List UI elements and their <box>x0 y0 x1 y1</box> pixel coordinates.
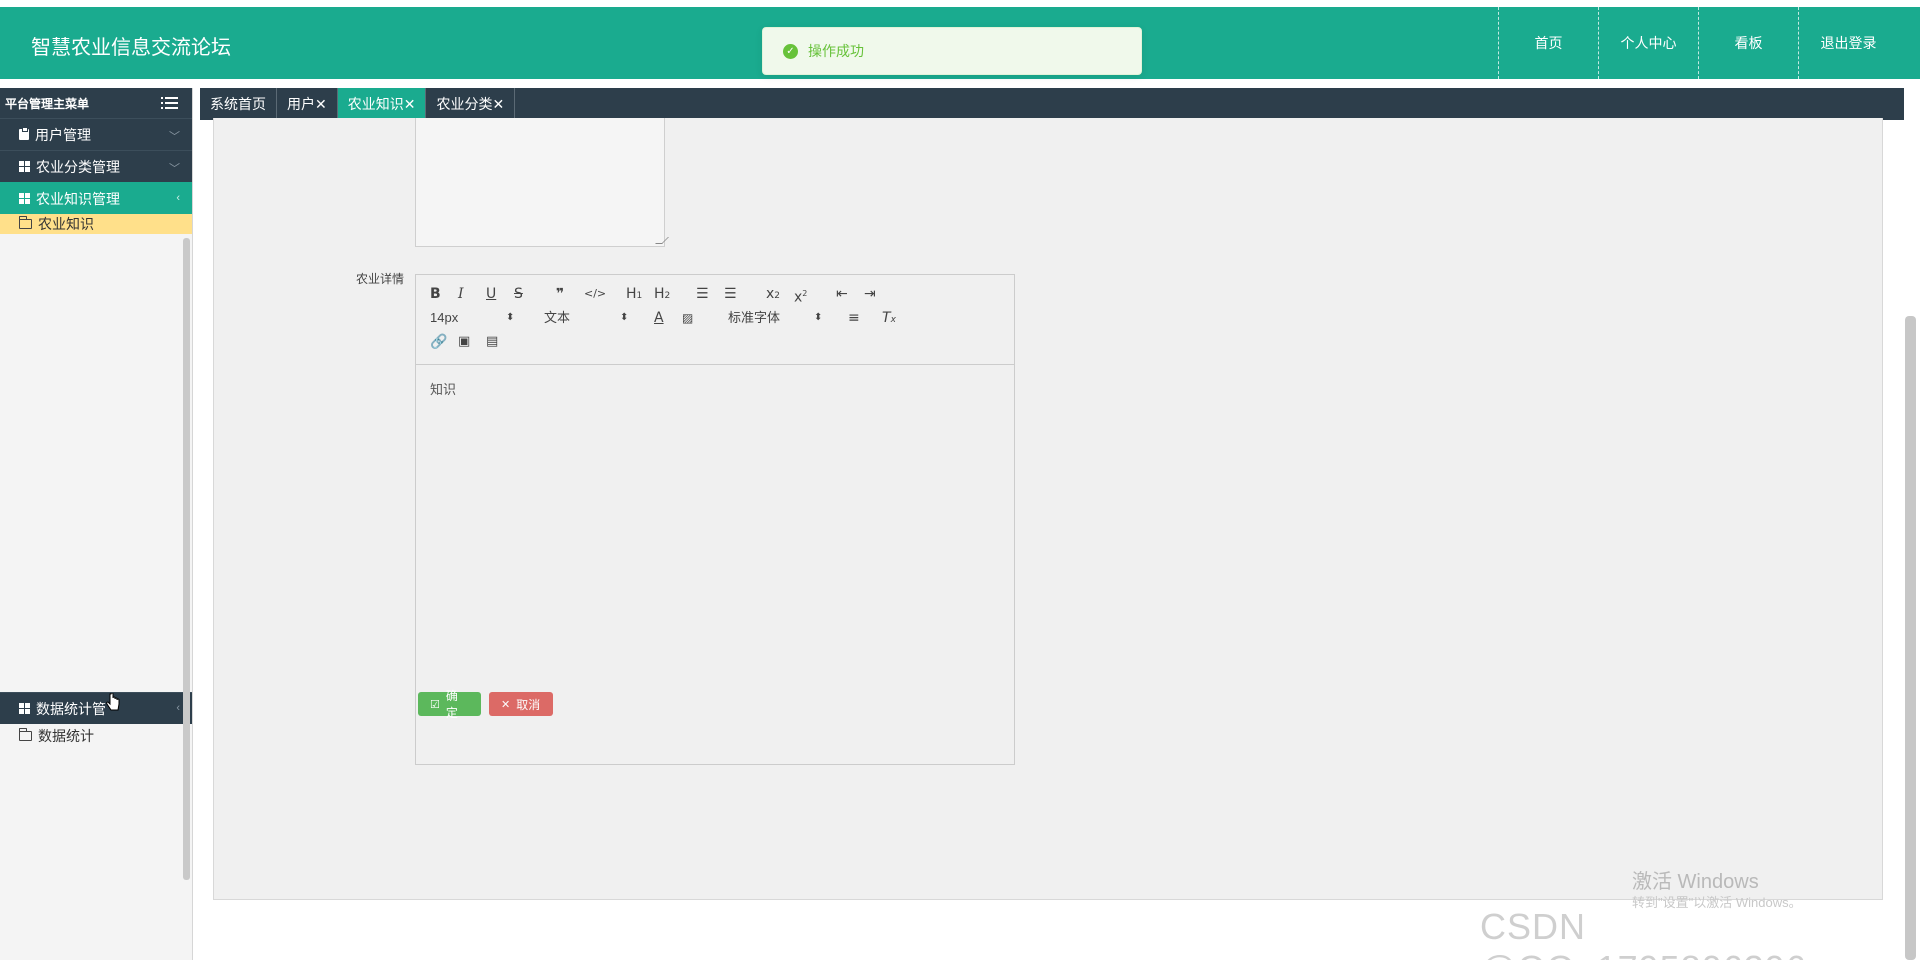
nav-home[interactable]: 首页 <box>1498 7 1598 79</box>
sidebar-heading: 平台管理主菜单 <box>0 88 192 118</box>
folder-icon <box>18 728 32 741</box>
sidebar-item-label: 数据统计管 <box>36 700 106 717</box>
strikethrough-icon[interactable]: S <box>514 285 523 303</box>
sidebar-subitem-statistics[interactable]: 数据统计 <box>0 726 192 746</box>
subscript-icon[interactable]: x2 <box>766 285 780 305</box>
cancel-label: 取消 <box>516 697 541 712</box>
tab-knowledge[interactable]: 农业知识✕ <box>337 88 427 120</box>
chevron-left-icon: ‹ <box>176 702 180 714</box>
sidebar-subitem-label: 数据统计 <box>38 728 94 744</box>
sidebar-item-category-management[interactable]: 农业分类管理 ﹀ <box>0 150 192 182</box>
sidebar-subitem-knowledge[interactable]: 农业知识 <box>0 214 192 234</box>
font-family-value: 标准字体 <box>728 310 781 325</box>
folder-icon <box>18 216 32 229</box>
text-style-select[interactable]: 文本 ⬍ <box>544 309 628 327</box>
outdent-icon[interactable]: ⇤ <box>836 285 848 303</box>
sidebar-heading-label: 平台管理主菜单 <box>5 96 90 111</box>
sidebar-item-label: 农业知识管理 <box>36 190 120 207</box>
sidebar-item-knowledge-management[interactable]: 农业知识管理 ‹ <box>0 182 192 214</box>
sidebar-scrollbar[interactable] <box>183 238 190 880</box>
link-icon[interactable]: 🔗 <box>430 333 447 351</box>
resize-grip-icon[interactable] <box>655 237 669 244</box>
select-arrows-icon: ⬍ <box>506 312 515 323</box>
check-circle-icon: ✓ <box>783 43 798 59</box>
clear-format-icon[interactable]: Tx <box>882 309 896 329</box>
sidebar: 平台管理主菜单 用户管理 ﹀ 农业分类管理 ﹀ 农业知识管理 ‹ 农业知识 数据… <box>0 88 193 960</box>
grid-icon <box>19 703 30 714</box>
windows-activate-watermark: 激活 Windows <box>1632 871 1759 893</box>
tab-home[interactable]: 系统首页 <box>200 88 277 120</box>
toast-message: 操作成功 <box>808 43 864 59</box>
hand-pointer-icon <box>106 693 120 711</box>
blockquote-icon[interactable]: ❞ <box>556 285 564 303</box>
menu-toggle-icon[interactable] <box>161 97 178 109</box>
heading1-icon[interactable]: H1 <box>626 285 642 305</box>
sidebar-item-user-management[interactable]: 用户管理 ﹀ <box>0 118 192 150</box>
confirm-label: 确定 <box>445 689 458 720</box>
font-family-select[interactable]: 标准字体 ⬍ <box>728 309 822 327</box>
nav-dashboard[interactable]: 看板 <box>1698 7 1798 79</box>
underline-icon[interactable]: U <box>486 285 496 303</box>
cancel-button[interactable]: ✕ 取消 <box>489 692 553 716</box>
font-size-select[interactable]: 14px ⬍ <box>430 309 514 327</box>
background-color-icon[interactable]: ▨ <box>682 309 693 327</box>
confirm-button[interactable]: ☑ 确定 <box>418 689 481 720</box>
grid-icon <box>19 193 30 204</box>
select-arrows-icon: ⬍ <box>814 312 823 323</box>
site-title: 智慧农业信息交流论坛 <box>31 37 231 59</box>
top-nav: 首页 个人中心 看板 退出登录 <box>1498 7 1898 79</box>
indent-icon[interactable]: ⇥ <box>864 285 876 303</box>
tabs-bar: 系统首页 用户✕ 农业知识✕ 农业分类✕ <box>200 88 1904 120</box>
heading2-icon[interactable]: H2 <box>654 285 670 305</box>
sidebar-stats-section: 数据统计管 ‹ 数据统计 <box>0 692 192 746</box>
font-size-value: 14px <box>430 310 459 325</box>
font-color-icon[interactable]: A <box>654 309 664 327</box>
sidebar-item-label: 农业分类管理 <box>36 158 120 175</box>
select-arrows-icon: ⬍ <box>620 312 629 323</box>
code-icon[interactable]: </> <box>584 285 606 303</box>
editor-toolbar: B I U S ❞ </> H1 H2 ☰ ☰ x2 x2 ⇤ ⇥ 14px ⬍ <box>416 275 1014 365</box>
tab-category[interactable]: 农业分类✕ <box>426 88 516 120</box>
check-square-icon: ☑ <box>430 698 440 711</box>
editor-content[interactable]: 知识 <box>416 365 1014 412</box>
chevron-down-icon: ﹀ <box>169 163 180 175</box>
success-toast: ✓ 操作成功 <box>762 27 1142 75</box>
chevron-left-icon: ‹ <box>176 192 180 204</box>
bold-icon[interactable]: B <box>430 285 441 303</box>
video-icon[interactable]: ▤ <box>486 333 498 351</box>
text-style-value: 文本 <box>544 310 571 325</box>
sidebar-item-label: 用户管理 <box>35 126 91 143</box>
tab-user[interactable]: 用户✕ <box>277 88 338 120</box>
summary-textarea[interactable] <box>415 118 669 247</box>
chevron-down-icon: ﹀ <box>169 131 180 143</box>
grid-icon <box>19 161 30 172</box>
detail-label: 农业详情 <box>356 272 405 286</box>
csdn-watermark: CSDN @QQ_1795806396 <box>1480 906 1806 960</box>
image-icon[interactable]: ▣ <box>458 333 470 351</box>
ordered-list-icon[interactable]: ☰ <box>696 285 709 303</box>
sidebar-subitem-label: 农业知识 <box>38 216 94 232</box>
bullet-list-icon[interactable]: ☰ <box>724 285 737 303</box>
clipboard-icon <box>19 127 29 140</box>
align-icon[interactable]: ≡ <box>848 309 860 327</box>
sidebar-item-statistics[interactable]: 数据统计管 ‹ <box>0 692 192 724</box>
superscript-icon[interactable]: x2 <box>794 285 807 307</box>
form-panel: 农业详情 B I U S ❞ </> H1 H2 ☰ ☰ x2 x2 ⇤ ⇥ 1… <box>213 118 1883 900</box>
close-icon: ✕ <box>501 698 511 711</box>
italic-icon[interactable]: I <box>458 285 464 303</box>
nav-profile[interactable]: 个人中心 <box>1598 7 1698 79</box>
nav-logout[interactable]: 退出登录 <box>1798 7 1898 79</box>
page-scrollbar[interactable] <box>1905 316 1916 960</box>
